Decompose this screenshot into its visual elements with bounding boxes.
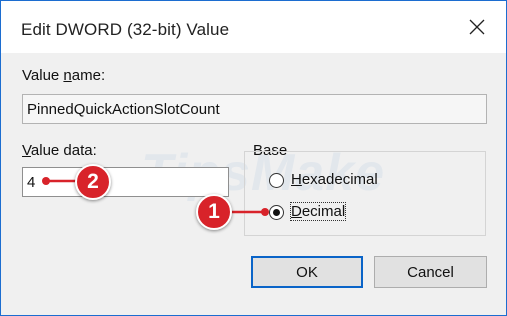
annotation-badge-2: 2 — [75, 164, 111, 200]
radio-selected-dot — [273, 209, 280, 216]
annotation-arrow-1 — [228, 208, 269, 216]
hexadecimal-label[interactable]: Hexadecimal — [291, 171, 378, 188]
value-data-label: Value data: — [22, 142, 97, 159]
annotation-badge-1: 1 — [196, 194, 232, 230]
dialog-content: TipsMake Value name: PinnedQuickActionSl… — [1, 53, 506, 315]
close-button[interactable] — [448, 1, 506, 53]
decimal-radio[interactable] — [269, 205, 284, 220]
decimal-label[interactable]: Decimal — [289, 202, 347, 221]
value-name-label: Value name: — [22, 67, 106, 84]
value-name-field[interactable]: PinnedQuickActionSlotCount — [22, 94, 487, 124]
title-bar: Edit DWORD (32-bit) Value — [1, 1, 506, 53]
hexadecimal-radio[interactable] — [269, 173, 284, 188]
cancel-button[interactable]: Cancel — [374, 256, 487, 288]
close-icon — [469, 19, 485, 35]
dialog-window: Edit DWORD (32-bit) Value TipsMake Value… — [0, 0, 507, 316]
base-groupbox — [244, 151, 486, 236]
ok-button[interactable]: OK — [251, 256, 363, 288]
dialog-title: Edit DWORD (32-bit) Value — [21, 20, 230, 39]
